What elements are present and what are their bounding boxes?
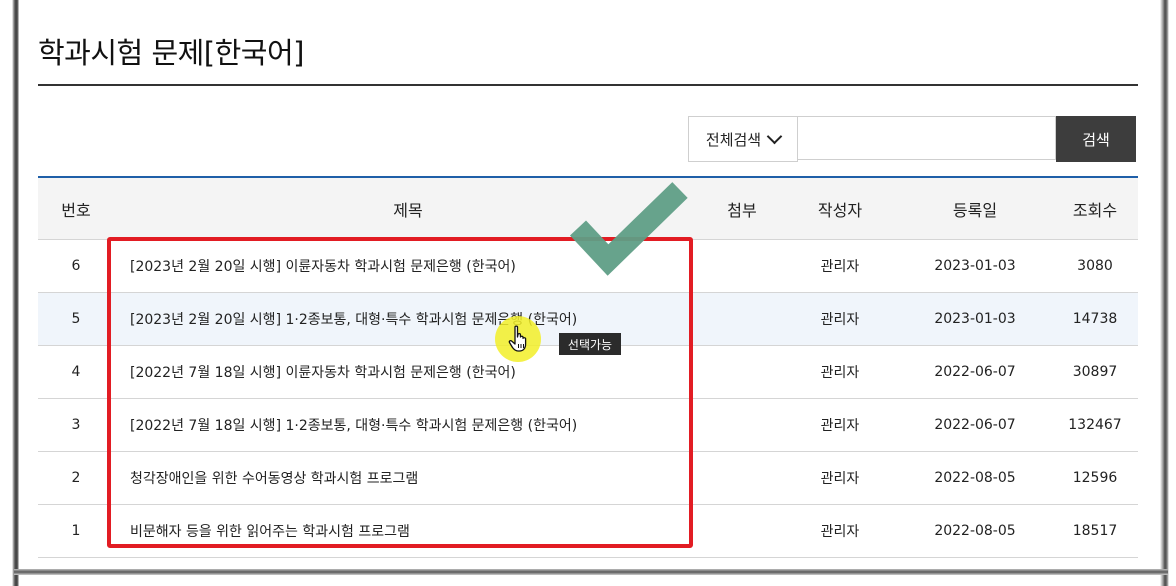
row-views: 132467 <box>1052 398 1138 452</box>
row-number: 1 <box>38 504 114 558</box>
col-header-attachment: 첨부 <box>702 177 782 240</box>
search-scope-select[interactable]: 전체검색 <box>688 116 798 162</box>
row-attachment <box>702 292 782 346</box>
hand-pointer-icon <box>508 325 527 352</box>
row-date: 2022-06-07 <box>898 398 1052 452</box>
search-button[interactable]: 검색 <box>1056 116 1136 162</box>
search-scope-label: 전체검색 <box>705 130 762 149</box>
row-date: 2022-08-05 <box>898 504 1052 558</box>
table-row[interactable]: 2 청각장애인을 위한 수어동영상 학과시험 프로그램 관리자 2022-08-… <box>38 451 1138 505</box>
row-date: 2022-08-05 <box>898 451 1052 505</box>
post-title-link[interactable]: [2022년 7월 18일 시행] 1·2종보통, 대형·특수 학과시험 문제은… <box>114 398 702 452</box>
col-header-author: 작성자 <box>782 177 898 240</box>
chevron-down-icon <box>766 128 783 145</box>
row-number: 4 <box>38 345 114 399</box>
page-title: 학과시험 문제[한국어] <box>38 36 304 70</box>
table-header-row: 번호 제목 첨부 작성자 등록일 조회수 <box>38 177 1138 240</box>
row-attachment <box>702 398 782 452</box>
post-title-link[interactable]: 비문해자 등을 위한 읽어주는 학과시험 프로그램 <box>114 504 702 558</box>
row-views: 14738 <box>1052 292 1138 346</box>
post-table: 번호 제목 첨부 작성자 등록일 조회수 6 [2023년 2월 20일 시행]… <box>38 176 1138 558</box>
row-author: 관리자 <box>782 345 898 399</box>
row-number: 6 <box>38 239 114 293</box>
row-views: 12596 <box>1052 451 1138 505</box>
col-header-views: 조회수 <box>1052 177 1138 240</box>
tooltip: 선택가능 <box>559 333 621 355</box>
col-header-date: 등록일 <box>898 177 1052 240</box>
col-header-number: 번호 <box>38 177 114 240</box>
table-row[interactable]: 6 [2023년 2월 20일 시행] 이륜자동차 학과시험 문제은행 (한국어… <box>38 239 1138 293</box>
row-attachment <box>702 504 782 558</box>
row-attachment <box>702 451 782 505</box>
row-author: 관리자 <box>782 451 898 505</box>
col-header-subject: 제목 <box>114 177 702 240</box>
row-date: 2022-06-07 <box>898 345 1052 399</box>
table-row[interactable]: 3 [2022년 7월 18일 시행] 1·2종보통, 대형·특수 학과시험 문… <box>38 398 1138 452</box>
row-date: 2023-01-03 <box>898 292 1052 346</box>
row-author: 관리자 <box>782 292 898 346</box>
row-number: 5 <box>38 292 114 346</box>
window-frame-left <box>0 0 19 586</box>
row-attachment <box>702 239 782 293</box>
row-views: 3080 <box>1052 239 1138 293</box>
row-views: 18517 <box>1052 504 1138 558</box>
row-author: 관리자 <box>782 239 898 293</box>
title-divider <box>38 84 1138 86</box>
row-author: 관리자 <box>782 504 898 558</box>
row-views: 30897 <box>1052 345 1138 399</box>
post-title-link[interactable]: 청각장애인을 위한 수어동영상 학과시험 프로그램 <box>114 451 702 505</box>
row-number: 2 <box>38 451 114 505</box>
row-author: 관리자 <box>782 398 898 452</box>
window-frame-right <box>1160 0 1176 586</box>
search-input[interactable] <box>798 116 1056 160</box>
window-frame-bottom <box>14 569 1168 575</box>
table-row[interactable]: 1 비문해자 등을 위한 읽어주는 학과시험 프로그램 관리자 2022-08-… <box>38 504 1138 558</box>
post-title-link[interactable]: [2023년 2월 20일 시행] 이륜자동차 학과시험 문제은행 (한국어) <box>114 239 702 293</box>
row-attachment <box>702 345 782 399</box>
row-number: 3 <box>38 398 114 452</box>
search-bar: 전체검색 검색 <box>688 116 1136 162</box>
row-date: 2023-01-03 <box>898 239 1052 293</box>
